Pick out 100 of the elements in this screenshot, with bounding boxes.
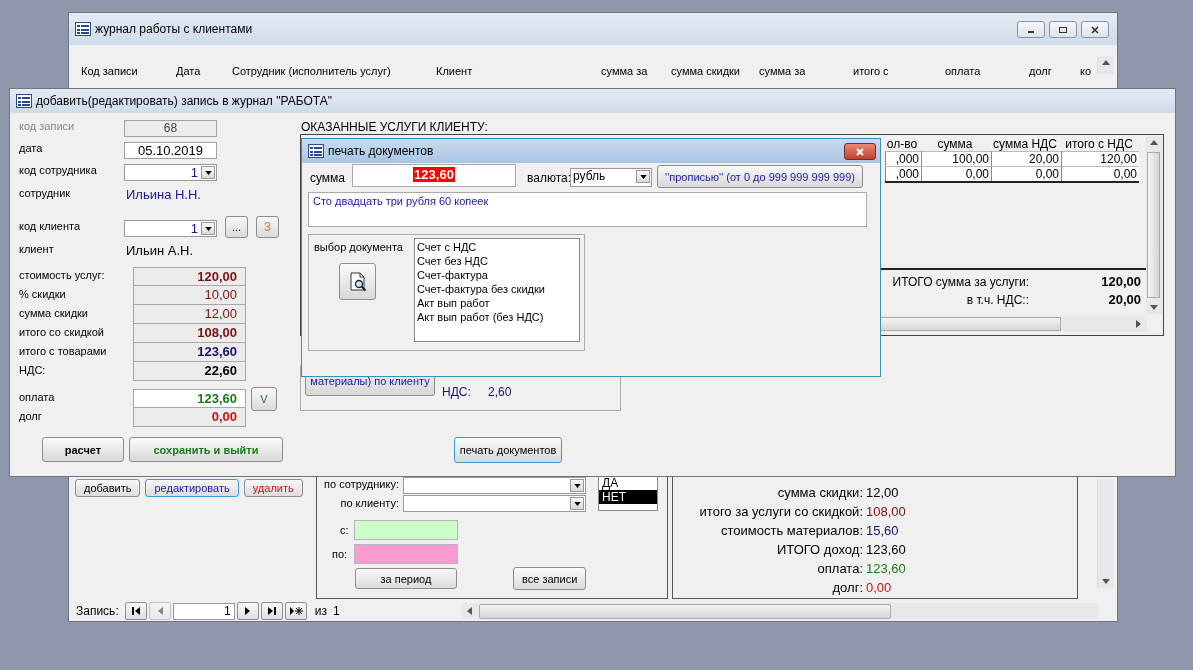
sum-field[interactable]: 123,60 (352, 164, 516, 187)
last-record-button[interactable] (260, 602, 283, 620)
next-record-button[interactable] (236, 602, 259, 620)
field-label: клиент (19, 243, 55, 255)
first-record-button[interactable] (124, 602, 147, 620)
record-id-field: 68 (124, 120, 217, 137)
code-combo[interactable]: 1 (124, 220, 217, 237)
amount-in-words-button[interactable]: ''прописью'' (от 0 до 999 999 999 999) (657, 165, 863, 188)
date-to-label: по: (332, 548, 348, 560)
list-item[interactable]: Счет без НДС (417, 254, 577, 268)
dropdown-button[interactable] (201, 222, 215, 235)
close-icon (855, 147, 865, 156)
summary-label: долг: (831, 580, 863, 595)
dropdown-button[interactable] (570, 479, 584, 492)
vat-value: 2,60 (488, 385, 512, 399)
list-item[interactable]: НЕТ (599, 490, 657, 504)
list-item[interactable]: Акт вып работ (без НДС) (417, 310, 577, 324)
period-button[interactable]: за период (355, 568, 457, 589)
summary-value: 123,60 (866, 542, 906, 557)
new-record-button[interactable] (284, 602, 307, 620)
column-header: сумма скидки (671, 65, 740, 77)
caret-icon (639, 174, 647, 179)
field-label: код сотрудника (19, 164, 98, 176)
total-value: 120,00 (133, 267, 246, 286)
horizontal-scrollbar[interactable] (462, 603, 1098, 619)
field-label: дата (19, 142, 44, 154)
column-header: сумма за (759, 65, 806, 77)
total-value: 108,00 (133, 324, 246, 343)
total-label: % скидки (19, 287, 67, 300)
field-label: код клиента (19, 220, 81, 232)
total-label: стоимость услуг: (19, 268, 106, 281)
summary-value: 123,60 (866, 561, 906, 576)
total-label: итого со скидкой (19, 325, 105, 338)
caret-icon (573, 501, 581, 506)
window-title: журнал работы с клиентами (95, 22, 253, 36)
action-button[interactable]: удалить (243, 479, 303, 497)
sum-label: сумма (310, 171, 346, 185)
dropdown-button[interactable] (201, 166, 215, 179)
vat-label: НДС: (442, 385, 471, 399)
form-button[interactable]: расчет (42, 437, 124, 462)
minimize-button[interactable] (1017, 21, 1045, 38)
scroll-down-icon (1102, 579, 1110, 584)
window-title: добавить(редактировать) запись в журнал "РАБОТА" (36, 94, 332, 108)
code-combo[interactable]: 1 (124, 164, 217, 181)
new-record-icon (288, 606, 303, 616)
total-label: итого с товарами (19, 344, 108, 357)
last-icon (266, 606, 277, 616)
preview-button[interactable] (339, 263, 376, 300)
table-cell: ,000 (885, 151, 921, 166)
all-records-button[interactable]: все записи (513, 567, 587, 590)
currency-combo[interactable]: рубль (570, 168, 652, 187)
table-cell: 0,00 (921, 166, 991, 181)
scroll-up-icon (1102, 60, 1110, 65)
list-item[interactable]: Счет с НДС (417, 240, 577, 254)
total-value: 12,00 (133, 305, 246, 324)
close-button[interactable] (844, 143, 876, 160)
record-number-field[interactable]: 1 (172, 602, 235, 620)
employee-filter-label: по сотруднику: (324, 478, 399, 490)
date-from-field[interactable] (354, 520, 458, 540)
total-label: сумма скидки (19, 306, 89, 319)
action-button[interactable]: редактировать (145, 479, 239, 497)
dropdown-button[interactable] (636, 170, 650, 183)
summary-value: 15,60 (866, 523, 899, 538)
column-header: сумма НДС (992, 137, 1058, 152)
client-button[interactable]: ... (225, 216, 248, 238)
date-field[interactable]: 05.10.2019 (124, 142, 217, 159)
field-label: оплата (19, 390, 56, 403)
date-to-field[interactable] (354, 544, 458, 564)
list-item[interactable]: Счет-фактура без скидки (417, 282, 577, 296)
scroll-up-button[interactable] (1097, 56, 1114, 74)
name-value: Ильин А.Н. (126, 243, 194, 258)
field-label: долг (19, 409, 43, 422)
dropdown-button[interactable] (570, 497, 584, 510)
maximize-button[interactable] (1049, 21, 1077, 38)
horizontal-scrollbar[interactable] (878, 316, 1147, 332)
table-cell: 20,00 (991, 151, 1061, 166)
list-item[interactable]: Акт вып работ (417, 296, 577, 310)
close-button[interactable] (1081, 21, 1109, 38)
amount-in-words-field[interactable]: Сто двадцать три рубля 60 копеек (308, 192, 867, 227)
print-preview-icon (347, 271, 368, 292)
group-label: выбор документа (314, 241, 403, 253)
field-label: сотрудник (19, 187, 72, 199)
vertical-scrollbar[interactable] (1097, 479, 1114, 588)
column-header: долг (1029, 65, 1052, 77)
form-button[interactable]: сохранить и выйти (129, 437, 283, 462)
amount-field[interactable]: 123,60 (133, 389, 246, 408)
scroll-right-icon (1136, 320, 1141, 328)
close-icon (1090, 25, 1100, 34)
first-icon (130, 606, 141, 616)
action-button[interactable]: добавить (75, 479, 141, 497)
form-icon (308, 144, 324, 158)
record-count: 1 (332, 604, 340, 618)
print-documents-button[interactable]: печать документов (454, 437, 562, 463)
vertical-scrollbar[interactable] (1146, 136, 1162, 314)
confirm-button[interactable]: V (251, 386, 277, 411)
caret-icon (204, 226, 212, 231)
list-item[interactable]: Счет-фактура (417, 268, 577, 282)
list-item[interactable]: ДА (599, 476, 657, 490)
caret-icon (204, 170, 212, 175)
record-label: Запись: (76, 604, 119, 618)
